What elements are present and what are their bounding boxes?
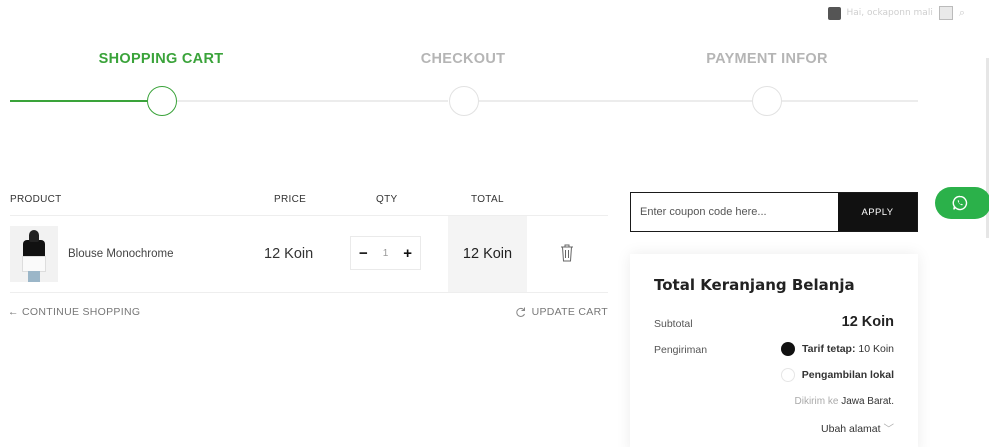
whatsapp-button[interactable] [935, 187, 989, 219]
subtotal-value: 12 Koin [841, 314, 894, 330]
trash-icon[interactable] [560, 243, 574, 263]
apply-coupon-button[interactable]: APPLY [838, 193, 917, 231]
coupon-form: APPLY [630, 192, 918, 232]
decrease-qty-button[interactable]: − [359, 246, 368, 261]
step-checkout[interactable]: CHECKOUT [421, 51, 506, 67]
progress-line [177, 100, 448, 102]
column-total: TOTAL [471, 194, 504, 205]
step-marker-payment-info[interactable] [752, 86, 782, 116]
shipping-option-flat-rate[interactable]: Tarif tetap: 10 Koin [780, 342, 894, 356]
chevron-down-icon: ﹀ [883, 423, 895, 435]
line-total: 12 Koin [448, 216, 527, 292]
whatsapp-icon [952, 195, 968, 211]
shipping-option-local-pickup[interactable]: Pengambilan lokal [780, 368, 894, 382]
cart-header-row: PRODUCT PRICE QTY TOTAL [10, 186, 608, 216]
cart-table: PRODUCT PRICE QTY TOTAL Blouse Monochrom… [8, 186, 608, 333]
shipping-destination: Dikirim ke Jawa Barat. [794, 396, 894, 407]
column-qty: QTY [376, 194, 398, 205]
progress-line [782, 100, 918, 102]
cart-totals-card: Total Keranjang Belanja Subtotal 12 Koin… [630, 254, 918, 447]
subtotal-label: Subtotal [654, 318, 693, 330]
step-marker-checkout[interactable] [449, 86, 479, 116]
continue-shopping-link[interactable]: ← CONTINUE SHOPPING [8, 306, 140, 318]
change-address-link[interactable]: Ubah alamat ﹀ [821, 421, 894, 436]
product-image[interactable] [10, 226, 58, 282]
cart-actions: ← CONTINUE SHOPPING UPDATE CART [8, 293, 608, 333]
refresh-icon [515, 307, 525, 317]
update-cart-button[interactable]: UPDATE CART [515, 306, 608, 318]
column-price: PRICE [274, 194, 307, 205]
progress-line [479, 100, 752, 102]
update-cart-label: UPDATE CART [531, 306, 608, 318]
product-name[interactable]: Blouse Monochrome [68, 248, 173, 260]
quantity-stepper: − 1 + [350, 236, 421, 270]
progress-line-complete [10, 100, 147, 102]
radio-unselected[interactable] [780, 368, 795, 382]
column-product: PRODUCT [10, 194, 62, 205]
totals-title: Total Keranjang Belanja [654, 276, 855, 294]
radio-selected[interactable] [780, 342, 795, 356]
coupon-input[interactable] [631, 193, 838, 231]
increase-qty-button[interactable]: + [403, 246, 412, 261]
checkout-steps: SHOPPING CART CHECKOUT PAYMENT INFOR [0, 0, 989, 130]
step-marker-shopping-cart[interactable] [147, 86, 177, 116]
step-shopping-cart[interactable]: SHOPPING CART [99, 51, 224, 67]
product-price: 12 Koin [264, 246, 314, 262]
shipping-label: Pengiriman [654, 344, 708, 356]
step-payment-info[interactable]: PAYMENT INFOR [706, 51, 828, 67]
quantity-value[interactable]: 1 [383, 248, 389, 259]
table-row: Blouse Monochrome 12 Koin − 1 + 12 Koin [10, 216, 608, 293]
